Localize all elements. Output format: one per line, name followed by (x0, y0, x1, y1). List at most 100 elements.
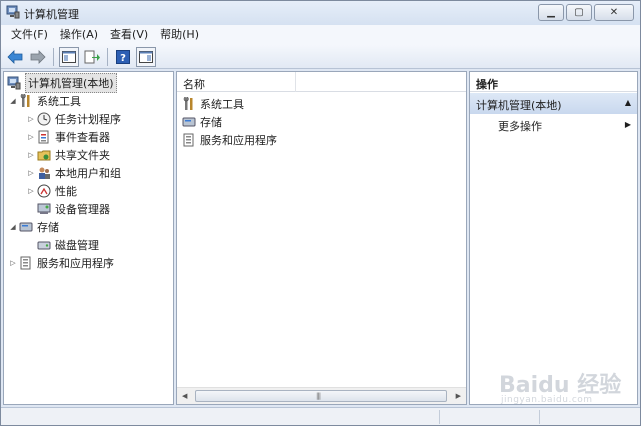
maximize-button[interactable]: ▢ (566, 4, 592, 21)
tree-item-storage[interactable]: ◢ 存储 (8, 218, 59, 236)
status-divider (439, 410, 440, 424)
computer-management-icon (6, 5, 20, 19)
services-icon (18, 255, 34, 271)
tree-item-label: 共享文件夹 (55, 149, 110, 162)
toolbar-separator (53, 47, 54, 66)
horizontal-scrollbar[interactable]: ◀ ||| ▶ (177, 387, 466, 404)
tree-item-label: 存储 (37, 221, 59, 234)
forward-button[interactable] (28, 47, 48, 67)
scrollbar-thumb[interactable]: ||| (195, 390, 447, 402)
minimize-button[interactable]: ▁ (538, 4, 564, 21)
shared-folder-icon (36, 147, 52, 163)
collapse-up-icon[interactable]: ▲ (625, 98, 631, 107)
toolbar-separator (107, 47, 108, 66)
actions-header: 操作 (470, 72, 637, 92)
svg-text:?: ? (120, 53, 126, 64)
help-icon: ? (116, 49, 130, 64)
tree-item-computer-management[interactable]: 计算机管理(本地) (6, 73, 117, 93)
collapsed-arrow-icon[interactable]: ▷ (26, 169, 36, 177)
export-list-icon (84, 50, 100, 63)
actions-section-label: 计算机管理(本地) (476, 99, 562, 112)
tree-item-local-users-groups[interactable]: ▷ 本地用户和组 (26, 164, 121, 182)
help-button[interactable]: ? (113, 47, 133, 67)
list-item-label: 服务和应用程序 (200, 134, 277, 147)
list-item-label: 存储 (200, 116, 222, 129)
menu-help[interactable]: 帮助(H) (154, 26, 205, 44)
tree-item-device-manager[interactable]: 设备管理器 (36, 200, 110, 218)
event-viewer-icon (36, 129, 52, 145)
disk-icon (36, 237, 52, 253)
list-item-label: 系统工具 (200, 98, 244, 111)
results-pane: 名称 系统工具 存储 服务和应用程序 ◀ ||| ▶ (176, 71, 467, 405)
forward-arrow-icon (30, 49, 46, 64)
actions-section-computer-management[interactable]: 计算机管理(本地) ▲ (470, 93, 637, 114)
computer-management-icon (6, 75, 22, 91)
list-item-storage[interactable]: 存储 (181, 113, 222, 131)
menu-bar: 文件(F) 操作(A) 查看(V) 帮助(H) (1, 25, 640, 45)
submenu-arrow-icon: ▶ (624, 120, 631, 129)
collapsed-arrow-icon[interactable]: ▷ (26, 115, 36, 123)
tree-root-label: 计算机管理(本地) (25, 73, 117, 93)
expanded-arrow-icon[interactable]: ◢ (8, 223, 18, 231)
column-header-name[interactable]: 名称 (183, 76, 205, 92)
scroll-left-icon[interactable]: ◀ (182, 392, 187, 400)
maximize-icon: ▢ (574, 6, 584, 18)
status-bar (1, 407, 640, 425)
list-header: 名称 (177, 72, 466, 92)
tree-item-task-scheduler[interactable]: ▷ 任务计划程序 (26, 110, 121, 128)
collapsed-arrow-icon[interactable]: ▷ (26, 187, 36, 195)
scroll-right-icon[interactable]: ▶ (456, 392, 461, 400)
menu-action[interactable]: 操作(A) (54, 26, 104, 44)
collapsed-arrow-icon[interactable]: ▷ (8, 259, 18, 267)
show-hide-console-tree-button[interactable] (59, 46, 79, 67)
actions-pane: 操作 计算机管理(本地) ▲ 更多操作 ▶ (469, 71, 638, 405)
performance-icon (36, 183, 52, 199)
toolbar: ? (1, 45, 640, 69)
tree-item-performance[interactable]: ▷ 性能 (26, 182, 77, 200)
menu-file[interactable]: 文件(F) (5, 26, 54, 44)
watermark-sub-text: jingyan.baidu.com (501, 395, 593, 405)
clock-icon (36, 111, 52, 127)
users-icon (36, 165, 52, 181)
tree-item-event-viewer[interactable]: ▷ 事件查看器 (26, 128, 110, 146)
tree-item-services-applications[interactable]: ▷ 服务和应用程序 (8, 254, 114, 272)
tools-icon (18, 93, 34, 109)
export-list-button[interactable] (82, 47, 102, 67)
computer-management-window: 计算机管理 ▁ ▢ ✕ 文件(F) 操作(A) 查看(V) 帮助(H) ? 计算… (0, 0, 641, 426)
tools-icon (181, 96, 197, 112)
back-button[interactable] (5, 47, 25, 67)
actions-title: 操作 (476, 78, 498, 91)
close-button[interactable]: ✕ (594, 4, 634, 21)
device-manager-icon (36, 201, 52, 217)
tree-item-label: 本地用户和组 (55, 167, 121, 180)
more-actions-item[interactable]: 更多操作 (498, 118, 542, 134)
storage-icon (18, 219, 34, 235)
show-hide-action-pane-button[interactable] (136, 46, 156, 67)
tree-item-disk-management[interactable]: 磁盘管理 (36, 236, 99, 254)
services-icon (181, 132, 197, 148)
tree-item-label: 事件查看器 (55, 131, 110, 144)
title-bar: 计算机管理 ▁ ▢ ✕ (1, 1, 640, 25)
expanded-arrow-icon[interactable]: ◢ (8, 97, 18, 105)
list-item-services-applications[interactable]: 服务和应用程序 (181, 131, 277, 149)
tree-item-label: 设备管理器 (55, 203, 110, 216)
baidu-watermark-logo: Baidu 经验 jingyan.baidu.com (499, 367, 621, 405)
tree-item-label: 服务和应用程序 (37, 257, 114, 270)
list-item-system-tools[interactable]: 系统工具 (181, 95, 244, 113)
tree-item-label: 磁盘管理 (55, 239, 99, 252)
collapsed-arrow-icon[interactable]: ▷ (26, 133, 36, 141)
column-divider[interactable] (295, 72, 296, 92)
console-tree-pane: 计算机管理(本地) ◢ 系统工具 ▷ 任务计划程序 ▷ 事件查看器 ▷ 共享文件… (3, 71, 174, 405)
console-tree-icon (62, 50, 76, 63)
tree-item-label: 性能 (55, 185, 77, 198)
tree-item-label: 系统工具 (37, 95, 81, 108)
collapsed-arrow-icon[interactable]: ▷ (26, 151, 36, 159)
tree-item-system-tools[interactable]: ◢ 系统工具 (8, 92, 81, 110)
window-title: 计算机管理 (24, 8, 79, 21)
grip-icon: ||| (316, 392, 321, 400)
action-pane-icon (139, 50, 153, 63)
menu-view[interactable]: 查看(V) (104, 26, 154, 44)
tree-item-shared-folders[interactable]: ▷ 共享文件夹 (26, 146, 110, 164)
back-arrow-icon (7, 49, 23, 64)
tree-item-label: 任务计划程序 (55, 113, 121, 126)
